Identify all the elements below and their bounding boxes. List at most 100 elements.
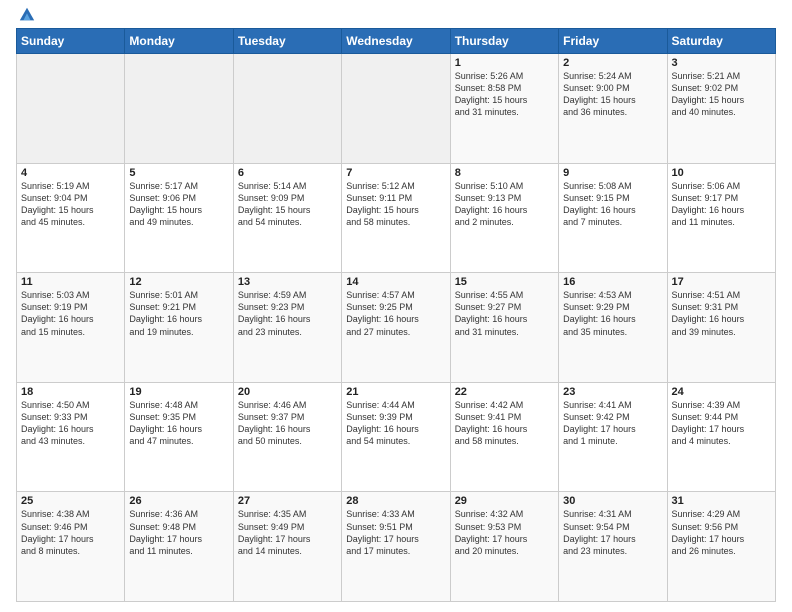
calendar-cell-w0d4: 1Sunrise: 5:26 AMSunset: 8:58 PMDaylight… xyxy=(450,54,558,164)
calendar-cell-w2d0: 11Sunrise: 5:03 AMSunset: 9:19 PMDayligh… xyxy=(17,273,125,383)
calendar-header-wednesday: Wednesday xyxy=(342,29,450,54)
day-number: 15 xyxy=(455,276,554,288)
calendar-week-4: 25Sunrise: 4:38 AMSunset: 9:46 PMDayligh… xyxy=(17,492,776,602)
day-number: 18 xyxy=(21,386,120,398)
day-info: Sunrise: 5:14 AMSunset: 9:09 PMDaylight:… xyxy=(238,180,337,229)
day-number: 31 xyxy=(672,495,771,507)
calendar-cell-w3d1: 19Sunrise: 4:48 AMSunset: 9:35 PMDayligh… xyxy=(125,382,233,492)
day-number: 11 xyxy=(21,276,120,288)
calendar-cell-w4d4: 29Sunrise: 4:32 AMSunset: 9:53 PMDayligh… xyxy=(450,492,558,602)
calendar-cell-w4d2: 27Sunrise: 4:35 AMSunset: 9:49 PMDayligh… xyxy=(233,492,341,602)
calendar-cell-w1d4: 8Sunrise: 5:10 AMSunset: 9:13 PMDaylight… xyxy=(450,163,558,273)
calendar-header-tuesday: Tuesday xyxy=(233,29,341,54)
calendar-cell-w0d2 xyxy=(233,54,341,164)
day-info: Sunrise: 4:29 AMSunset: 9:56 PMDaylight:… xyxy=(672,508,771,557)
day-info: Sunrise: 5:26 AMSunset: 8:58 PMDaylight:… xyxy=(455,70,554,119)
day-info: Sunrise: 5:06 AMSunset: 9:17 PMDaylight:… xyxy=(672,180,771,229)
day-info: Sunrise: 5:19 AMSunset: 9:04 PMDaylight:… xyxy=(21,180,120,229)
calendar-header-friday: Friday xyxy=(559,29,667,54)
day-number: 2 xyxy=(563,57,662,69)
day-number: 6 xyxy=(238,167,337,179)
day-number: 16 xyxy=(563,276,662,288)
day-info: Sunrise: 5:12 AMSunset: 9:11 PMDaylight:… xyxy=(346,180,445,229)
day-info: Sunrise: 5:03 AMSunset: 9:19 PMDaylight:… xyxy=(21,289,120,338)
calendar-cell-w1d5: 9Sunrise: 5:08 AMSunset: 9:15 PMDaylight… xyxy=(559,163,667,273)
day-info: Sunrise: 4:31 AMSunset: 9:54 PMDaylight:… xyxy=(563,508,662,557)
day-info: Sunrise: 4:32 AMSunset: 9:53 PMDaylight:… xyxy=(455,508,554,557)
day-info: Sunrise: 4:48 AMSunset: 9:35 PMDaylight:… xyxy=(129,399,228,448)
calendar-cell-w0d6: 3Sunrise: 5:21 AMSunset: 9:02 PMDaylight… xyxy=(667,54,775,164)
day-info: Sunrise: 4:46 AMSunset: 9:37 PMDaylight:… xyxy=(238,399,337,448)
day-number: 21 xyxy=(346,386,445,398)
day-info: Sunrise: 4:44 AMSunset: 9:39 PMDaylight:… xyxy=(346,399,445,448)
day-info: Sunrise: 4:50 AMSunset: 9:33 PMDaylight:… xyxy=(21,399,120,448)
calendar-cell-w3d0: 18Sunrise: 4:50 AMSunset: 9:33 PMDayligh… xyxy=(17,382,125,492)
day-info: Sunrise: 4:36 AMSunset: 9:48 PMDaylight:… xyxy=(129,508,228,557)
day-number: 13 xyxy=(238,276,337,288)
day-number: 27 xyxy=(238,495,337,507)
calendar-header-saturday: Saturday xyxy=(667,29,775,54)
calendar-cell-w3d3: 21Sunrise: 4:44 AMSunset: 9:39 PMDayligh… xyxy=(342,382,450,492)
day-number: 25 xyxy=(21,495,120,507)
day-info: Sunrise: 4:33 AMSunset: 9:51 PMDaylight:… xyxy=(346,508,445,557)
calendar-cell-w1d3: 7Sunrise: 5:12 AMSunset: 9:11 PMDaylight… xyxy=(342,163,450,273)
calendar-cell-w1d0: 4Sunrise: 5:19 AMSunset: 9:04 PMDaylight… xyxy=(17,163,125,273)
day-number: 17 xyxy=(672,276,771,288)
calendar-header-thursday: Thursday xyxy=(450,29,558,54)
calendar-cell-w4d1: 26Sunrise: 4:36 AMSunset: 9:48 PMDayligh… xyxy=(125,492,233,602)
day-number: 12 xyxy=(129,276,228,288)
calendar-cell-w4d6: 31Sunrise: 4:29 AMSunset: 9:56 PMDayligh… xyxy=(667,492,775,602)
calendar-cell-w0d1 xyxy=(125,54,233,164)
calendar-week-1: 4Sunrise: 5:19 AMSunset: 9:04 PMDaylight… xyxy=(17,163,776,273)
calendar-week-0: 1Sunrise: 5:26 AMSunset: 8:58 PMDaylight… xyxy=(17,54,776,164)
calendar-cell-w2d3: 14Sunrise: 4:57 AMSunset: 9:25 PMDayligh… xyxy=(342,273,450,383)
logo-icon xyxy=(18,6,36,24)
day-number: 29 xyxy=(455,495,554,507)
day-number: 19 xyxy=(129,386,228,398)
day-number: 9 xyxy=(563,167,662,179)
day-number: 8 xyxy=(455,167,554,179)
day-number: 10 xyxy=(672,167,771,179)
day-number: 1 xyxy=(455,57,554,69)
day-info: Sunrise: 4:42 AMSunset: 9:41 PMDaylight:… xyxy=(455,399,554,448)
calendar-cell-w2d1: 12Sunrise: 5:01 AMSunset: 9:21 PMDayligh… xyxy=(125,273,233,383)
calendar-table: SundayMondayTuesdayWednesdayThursdayFrid… xyxy=(16,28,776,602)
calendar-cell-w1d6: 10Sunrise: 5:06 AMSunset: 9:17 PMDayligh… xyxy=(667,163,775,273)
calendar-cell-w2d2: 13Sunrise: 4:59 AMSunset: 9:23 PMDayligh… xyxy=(233,273,341,383)
day-info: Sunrise: 4:35 AMSunset: 9:49 PMDaylight:… xyxy=(238,508,337,557)
day-number: 20 xyxy=(238,386,337,398)
day-number: 7 xyxy=(346,167,445,179)
day-info: Sunrise: 4:38 AMSunset: 9:46 PMDaylight:… xyxy=(21,508,120,557)
day-info: Sunrise: 5:08 AMSunset: 9:15 PMDaylight:… xyxy=(563,180,662,229)
calendar-cell-w3d5: 23Sunrise: 4:41 AMSunset: 9:42 PMDayligh… xyxy=(559,382,667,492)
day-number: 26 xyxy=(129,495,228,507)
calendar-cell-w4d3: 28Sunrise: 4:33 AMSunset: 9:51 PMDayligh… xyxy=(342,492,450,602)
day-info: Sunrise: 4:41 AMSunset: 9:42 PMDaylight:… xyxy=(563,399,662,448)
calendar-cell-w0d3 xyxy=(342,54,450,164)
calendar-header-sunday: Sunday xyxy=(17,29,125,54)
day-info: Sunrise: 5:24 AMSunset: 9:00 PMDaylight:… xyxy=(563,70,662,119)
calendar-cell-w3d2: 20Sunrise: 4:46 AMSunset: 9:37 PMDayligh… xyxy=(233,382,341,492)
header xyxy=(16,10,776,24)
calendar-cell-w2d5: 16Sunrise: 4:53 AMSunset: 9:29 PMDayligh… xyxy=(559,273,667,383)
calendar-cell-w0d0 xyxy=(17,54,125,164)
calendar-header-monday: Monday xyxy=(125,29,233,54)
day-info: Sunrise: 4:53 AMSunset: 9:29 PMDaylight:… xyxy=(563,289,662,338)
day-info: Sunrise: 4:55 AMSunset: 9:27 PMDaylight:… xyxy=(455,289,554,338)
calendar-cell-w1d2: 6Sunrise: 5:14 AMSunset: 9:09 PMDaylight… xyxy=(233,163,341,273)
day-number: 3 xyxy=(672,57,771,69)
calendar-cell-w2d4: 15Sunrise: 4:55 AMSunset: 9:27 PMDayligh… xyxy=(450,273,558,383)
logo xyxy=(16,10,36,24)
day-info: Sunrise: 4:57 AMSunset: 9:25 PMDaylight:… xyxy=(346,289,445,338)
day-number: 24 xyxy=(672,386,771,398)
day-number: 23 xyxy=(563,386,662,398)
calendar-cell-w1d1: 5Sunrise: 5:17 AMSunset: 9:06 PMDaylight… xyxy=(125,163,233,273)
day-number: 4 xyxy=(21,167,120,179)
day-info: Sunrise: 5:21 AMSunset: 9:02 PMDaylight:… xyxy=(672,70,771,119)
day-number: 5 xyxy=(129,167,228,179)
calendar-week-3: 18Sunrise: 4:50 AMSunset: 9:33 PMDayligh… xyxy=(17,382,776,492)
day-info: Sunrise: 5:01 AMSunset: 9:21 PMDaylight:… xyxy=(129,289,228,338)
day-info: Sunrise: 5:10 AMSunset: 9:13 PMDaylight:… xyxy=(455,180,554,229)
calendar-cell-w3d6: 24Sunrise: 4:39 AMSunset: 9:44 PMDayligh… xyxy=(667,382,775,492)
calendar-cell-w0d5: 2Sunrise: 5:24 AMSunset: 9:00 PMDaylight… xyxy=(559,54,667,164)
